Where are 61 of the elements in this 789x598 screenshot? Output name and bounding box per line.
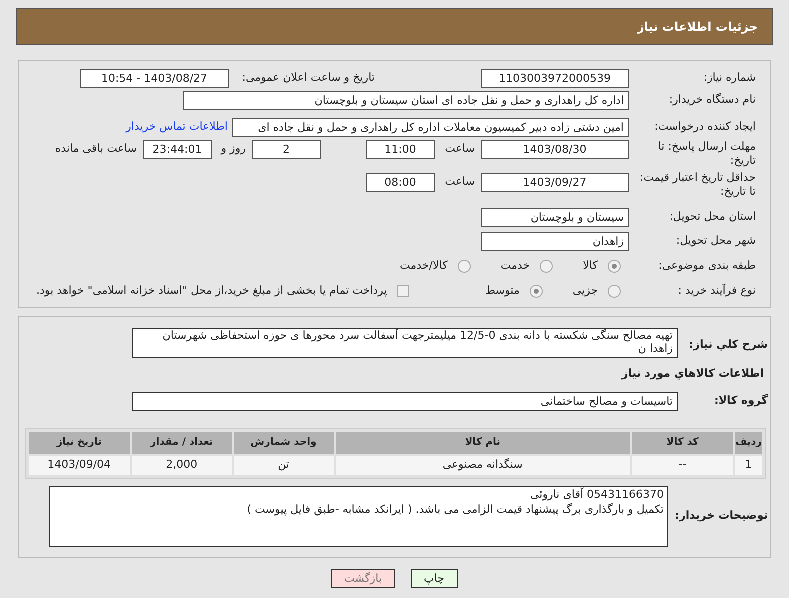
field-label: گروه کالا: [713,392,768,409]
radio-label: متوسط [485,282,520,299]
radio-label: کالا [583,258,598,274]
field-label: مهلت ارسال پاسخ: تا تاریخ: [657,140,756,168]
text-field[interactable]: 1103003972000539 [481,68,629,88]
field-label: تاریخ و ساعت اعلان عمومی: [241,71,375,85]
checkbox[interactable] [397,285,410,297]
field-label: ساعت [444,175,475,189]
text-field[interactable]: 08:00 [366,173,435,192]
text-field[interactable]: 1403/09/27 [481,173,629,192]
table-cell: تن [234,456,334,474]
field-label: نوع فرآیند خرید : [677,284,756,298]
back-button[interactable]: بازگشت [331,568,396,588]
field-label: شهر محل تحویل: [675,234,756,248]
print-button[interactable]: چاپ [411,568,458,588]
field-label: حداقل تاریخ اعتبار قیمت: تا تاریخ: [639,171,756,199]
text-field[interactable]: تاسیسات و مصالح ساختمانی [132,392,678,410]
field-label: ساعت باقی مانده [54,142,137,156]
text-field[interactable]: 2 [252,140,321,159]
table-cell: 2,000 [132,456,232,474]
table-cell: سنگدانه مصنوعی [336,456,630,474]
field-label: شرح کلي نياز: [688,337,768,353]
field-label: توضیحات خریدار: [674,508,768,524]
column-header: تعداد / مقدار [132,432,232,454]
checkbox-label: پرداخت تمام یا بخشی از مبلغ خرید،از محل "اسناد خزانه اسلامی" خواهد بود. [36,282,388,299]
column-header: واحد شمارش [234,432,334,454]
text-field[interactable]: امین دشتی زاده دبیر کمیسیون معاملات اداره کل راهداری و حمل و نقل جاده ای [232,118,629,136]
countdown-field[interactable]: 23:44:01 [143,140,212,159]
column-header: نام کالا [336,432,630,454]
radio-label: خدمت [500,258,530,274]
table-cell: 1 [735,456,762,474]
field-label: ایجاد کننده درخواست: [654,120,756,134]
radio-label: جزیی [572,282,598,299]
radio-button[interactable] [608,284,621,298]
notes-field[interactable]: 05431166370 آقای ناروئی تکمیل و بارگذاری برگ پیشنهاد قیمت الزامی می باشد. ( ایرانکد مشابه -طبق فایل پیوست ) [49,486,668,546]
column-header: ردیف [735,432,762,454]
column-header: تاریخ نیاز [29,432,130,454]
column-header: کد کالا [632,432,734,454]
field-label: استان محل تحویل: [668,210,756,224]
text-field[interactable]: 1403/08/27 - 10:54 [80,68,229,88]
page-title: جزئیات اطلاعات نیاز [637,18,758,36]
text-field[interactable]: سیستان و بلوچستان [481,208,629,226]
field-label: نام دستگاه خریدار: [668,93,756,107]
description-field[interactable]: تهیه مصالح سنگی شکسته با دانه بندی 0-12/5 میلیمترجهت آسفالت سرد محورها ی حوزه استحفاظی شهرستان زاهدا ن [132,328,678,358]
text-field[interactable]: 11:00 [366,140,435,159]
text-field[interactable]: زاهدان [481,232,629,250]
radio-button[interactable] [458,260,471,272]
field-label: ساعت [444,142,475,156]
field-label: روز و [220,142,246,156]
radio-button[interactable] [530,284,543,298]
text-field[interactable]: 1403/08/30 [481,140,629,159]
radio-button[interactable] [540,260,554,272]
radio-label: کالا/خدمت [400,258,448,274]
contact-link[interactable]: اطلاعات تماس خریدار [126,118,228,136]
table-cell: -- [632,456,734,474]
field-label: طبقه بندی موضوعی: [658,259,756,273]
section-title: اطلاعات کالاهاي مورد نياز [620,366,764,382]
field-label: شماره نیاز: [702,71,756,85]
text-field[interactable]: اداره کل راهداری و حمل و نقل جاده ای استان سیستان و بلوچستان [183,90,629,110]
radio-button[interactable] [608,260,621,272]
table-cell: 1403/09/04 [29,456,130,474]
